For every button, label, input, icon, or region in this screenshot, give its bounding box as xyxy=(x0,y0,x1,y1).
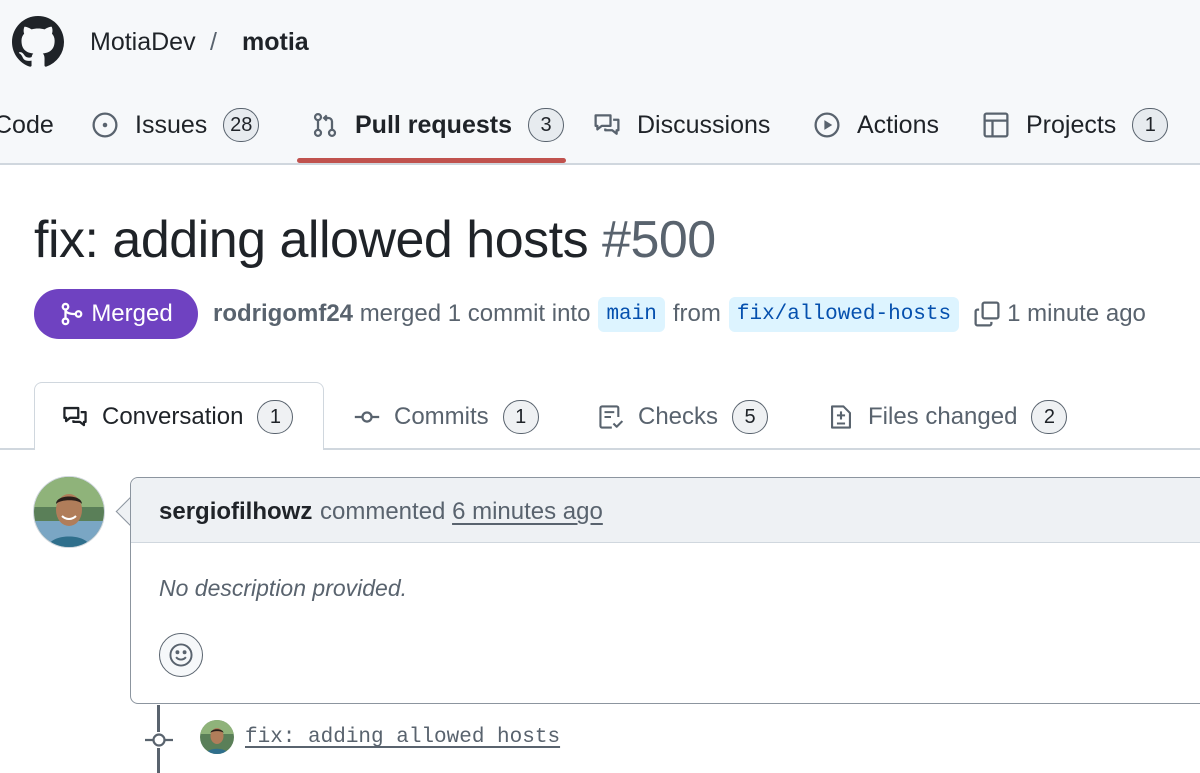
comment-time-link[interactable]: 6 minutes ago xyxy=(452,498,603,525)
tab-actions[interactable]: Actions xyxy=(813,106,939,144)
git-merge-icon xyxy=(61,302,83,326)
tab-discussions-label: Discussions xyxy=(637,110,771,139)
tab-code-label: Code xyxy=(0,110,54,139)
tab-files-changed-label: Files changed xyxy=(868,403,1018,430)
add-reaction-button[interactable] xyxy=(159,633,203,677)
pr-merged-time: 1 minute ago xyxy=(1007,300,1146,327)
pr-merge-action-text: merged 1 commit into xyxy=(359,300,591,327)
base-branch-label[interactable]: main xyxy=(598,296,665,332)
comment-header: sergiofilhowz commented 6 minutes ago xyxy=(131,478,1200,543)
comment-body: No description provided. xyxy=(159,575,408,601)
commenter-avatar[interactable] xyxy=(33,476,105,548)
tab-pull-requests-label: Pull requests xyxy=(355,110,512,139)
tab-discussions[interactable]: Discussions xyxy=(593,106,770,144)
commit-author-avatar[interactable] xyxy=(200,720,234,754)
git-commit-icon xyxy=(145,732,173,748)
repo-header: MotiaDev / motia Code Issues 28 Pull req… xyxy=(0,0,1200,165)
repo-name-link[interactable]: motia xyxy=(242,28,309,57)
conversation-count-badge: 1 xyxy=(257,400,294,434)
pr-title: fix: adding allowed hosts #500 xyxy=(34,210,716,270)
merged-state-label: Merged xyxy=(91,300,173,327)
comment-card: sergiofilhowz commented 6 minutes ago No… xyxy=(130,477,1200,704)
file-diff-icon xyxy=(831,405,851,429)
projects-count-badge: 1 xyxy=(1132,108,1169,142)
tab-pull-requests[interactable]: Pull requests 3 xyxy=(311,106,564,144)
commenter-avatar-image xyxy=(34,477,104,547)
pr-author-link[interactable]: rodrigomf24 xyxy=(213,300,353,328)
pr-title-text: fix: adding allowed hosts xyxy=(34,211,589,269)
repo-owner-link[interactable]: MotiaDev xyxy=(90,28,196,57)
tab-checks[interactable]: Checks 5 xyxy=(598,398,769,436)
comment-discussion-icon xyxy=(63,406,87,427)
checklist-icon xyxy=(599,405,624,429)
selected-tab-underline xyxy=(297,158,566,163)
issues-count-badge: 28 xyxy=(223,108,260,142)
copy-icon[interactable] xyxy=(973,300,1001,328)
files-changed-count-badge: 2 xyxy=(1031,400,1068,434)
pr-meta-line: rodrigomf24 merged 1 commit into main fr… xyxy=(213,295,1146,333)
table-icon xyxy=(983,112,1009,138)
tab-commits-label: Commits xyxy=(394,403,489,430)
commits-count-badge: 1 xyxy=(502,400,539,434)
merged-state-badge: Merged xyxy=(34,289,198,339)
tab-code[interactable]: Code xyxy=(0,106,54,144)
tab-issues-label: Issues xyxy=(135,110,208,139)
comment-action-text: commented xyxy=(320,498,446,525)
tab-commits[interactable]: Commits 1 xyxy=(354,398,539,436)
play-icon xyxy=(814,112,840,138)
pr-number: #500 xyxy=(602,211,716,269)
tab-projects[interactable]: Projects 1 xyxy=(982,106,1169,144)
comment-author-link[interactable]: sergiofilhowz xyxy=(159,498,312,526)
pull-requests-count-badge: 3 xyxy=(528,108,564,142)
commit-author-avatar-image xyxy=(200,720,234,754)
comment-action: commented 6 minutes ago xyxy=(320,498,603,526)
tab-files-changed[interactable]: Files changed 2 xyxy=(828,398,1068,436)
tab-checks-label: Checks xyxy=(638,403,719,430)
tab-actions-label: Actions xyxy=(857,110,939,139)
tab-issues[interactable]: Issues 28 xyxy=(91,106,260,144)
git-pull-request-icon xyxy=(313,113,337,137)
head-branch-label[interactable]: fix/allowed-hosts xyxy=(728,296,960,332)
pr-from-text: from xyxy=(672,300,721,327)
commit-message-link[interactable]: fix: adding allowed hosts xyxy=(245,726,560,749)
tab-conversation-label: Conversation xyxy=(102,403,244,430)
tab-conversation[interactable]: Conversation 1 xyxy=(62,398,294,436)
comment-discussion-icon xyxy=(594,114,620,135)
tab-projects-label: Projects xyxy=(1026,110,1117,139)
issue-opened-icon xyxy=(92,112,118,138)
smiley-icon xyxy=(169,643,193,667)
github-logo-icon[interactable] xyxy=(12,16,64,68)
repo-path-separator: / xyxy=(210,28,217,56)
checks-count-badge: 5 xyxy=(732,400,769,434)
git-commit-icon xyxy=(354,411,380,423)
